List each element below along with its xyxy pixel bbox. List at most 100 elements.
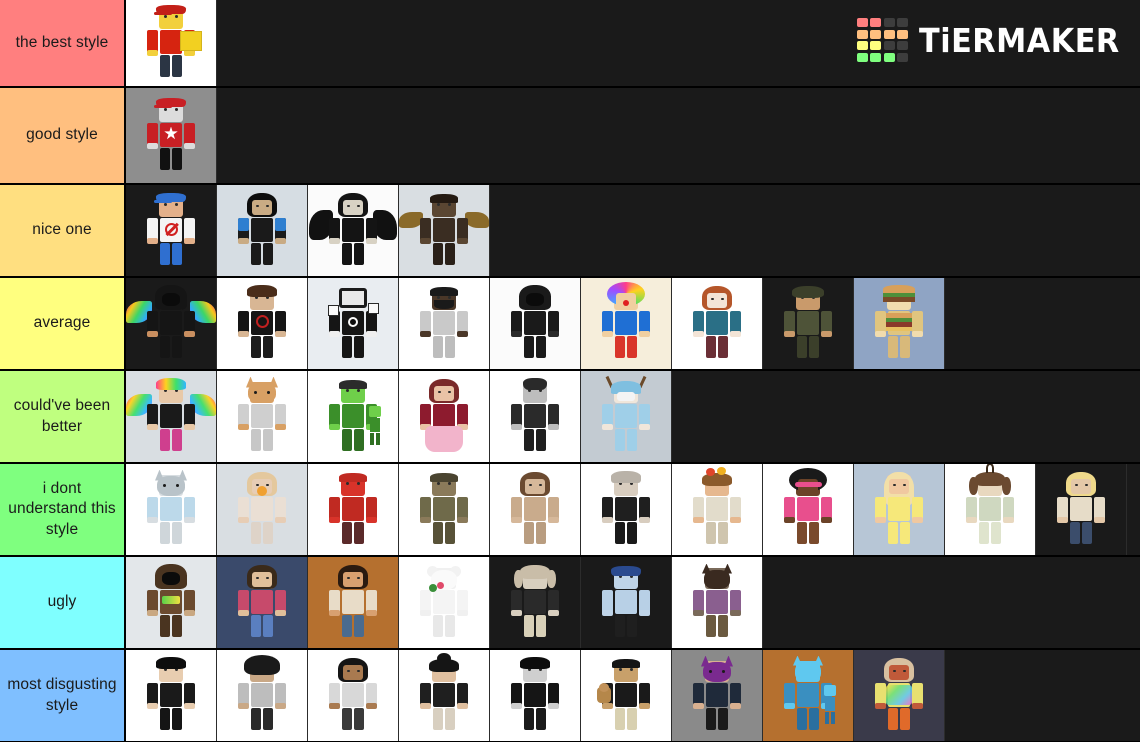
tier-items xyxy=(126,88,1140,183)
cat-head-avatar xyxy=(217,371,307,462)
tier-item[interactable] xyxy=(763,650,854,741)
tier-item[interactable] xyxy=(308,557,399,648)
brown-hair-tan-avatar xyxy=(490,464,580,555)
tier-label-1[interactable]: good style xyxy=(0,88,126,183)
tier-label-6[interactable]: ugly xyxy=(0,557,126,648)
tier-item[interactable] xyxy=(581,278,672,369)
tier-item[interactable] xyxy=(490,464,581,555)
tier-item[interactable] xyxy=(581,464,672,555)
tier-item[interactable] xyxy=(126,371,217,462)
tier-item[interactable] xyxy=(217,650,308,741)
tier-item[interactable] xyxy=(126,557,217,648)
tier-item[interactable] xyxy=(399,185,490,276)
tier-item[interactable] xyxy=(854,464,945,555)
tier-items xyxy=(126,371,1140,462)
red-star-shirt-avatar xyxy=(126,88,216,183)
tier-items xyxy=(126,464,1140,555)
black-gold-winged-avatar xyxy=(308,185,398,276)
ginger-denim-jacket-avatar xyxy=(672,278,762,369)
tier-item[interactable] xyxy=(308,185,399,276)
tier-item[interactable] xyxy=(672,650,763,741)
tier-row: average xyxy=(0,278,1140,371)
tier-item[interactable] xyxy=(399,650,490,741)
tier-item[interactable] xyxy=(308,650,399,741)
tier-item[interactable] xyxy=(126,650,217,741)
tier-list-container: the best style good style nice one average c… xyxy=(0,0,1140,742)
tier-item[interactable] xyxy=(490,371,581,462)
tier-row: ugly xyxy=(0,557,1140,650)
army-soldier-avatar xyxy=(763,278,853,369)
orange-room-girl-avatar xyxy=(308,557,398,648)
blue-cat-hoodie-avatar xyxy=(126,464,216,555)
purple-wolf-avatar xyxy=(672,557,762,648)
dark-bun-hair-avatar xyxy=(399,650,489,741)
tier-item[interactable] xyxy=(763,278,854,369)
tier-item[interactable] xyxy=(399,371,490,462)
tier-rows: the best style good style nice one average c… xyxy=(0,0,1140,742)
tier-label-2[interactable]: nice one xyxy=(0,185,126,276)
tier-item[interactable] xyxy=(399,464,490,555)
rainbow-clown-avatar xyxy=(581,278,671,369)
tier-row: good style xyxy=(0,88,1140,185)
fruit-hat-avatar xyxy=(672,464,762,555)
brown-hoodie-graffiti-avatar xyxy=(126,557,216,648)
black-spiky-hair-avatar xyxy=(126,650,216,741)
grey-beanie-avatar xyxy=(581,464,671,555)
black-hood-avatar xyxy=(490,278,580,369)
tier-label-0[interactable]: the best style xyxy=(0,0,126,86)
pigtails-pastel-avatar xyxy=(945,464,1035,555)
tier-row: the best style xyxy=(0,0,1140,88)
black-hair-tan-girl-avatar xyxy=(308,650,398,741)
tier-item[interactable] xyxy=(581,371,672,462)
bearded-grey-suit-avatar xyxy=(399,278,489,369)
dark-angel-wings-avatar xyxy=(399,185,489,276)
tier-item[interactable] xyxy=(763,464,854,555)
tier-item[interactable] xyxy=(490,278,581,369)
tier-item[interactable] xyxy=(945,464,1036,555)
tier-item[interactable] xyxy=(126,185,217,276)
tier-items xyxy=(126,557,1140,648)
tier-item[interactable] xyxy=(308,371,399,462)
tier-item[interactable] xyxy=(217,464,308,555)
red-cap-yellow-block-avatar xyxy=(126,0,216,86)
tier-label-3[interactable]: average xyxy=(0,278,126,369)
tier-items xyxy=(126,278,1140,369)
tier-item[interactable] xyxy=(217,278,308,369)
tier-item[interactable] xyxy=(854,650,945,741)
neon-punk-avatar xyxy=(126,371,216,462)
tier-item[interactable] xyxy=(217,371,308,462)
tier-item[interactable] xyxy=(399,557,490,648)
tier-item[interactable] xyxy=(672,464,763,555)
purple-hair-cat-ears-avatar xyxy=(672,650,762,741)
tier-item[interactable] xyxy=(672,278,763,369)
tier-item[interactable] xyxy=(217,557,308,648)
tier-label-4[interactable]: could've been better xyxy=(0,371,126,462)
tier-row: i dont understand this style xyxy=(0,464,1140,557)
tier-item[interactable] xyxy=(308,464,399,555)
burger-costume-avatar xyxy=(854,278,944,369)
blue-bandana-avatar xyxy=(581,557,671,648)
blonde-denim-shorts-avatar xyxy=(1036,464,1126,555)
tier-item[interactable] xyxy=(126,464,217,555)
no-sign-tshirt-avatar xyxy=(126,185,216,276)
tier-item[interactable] xyxy=(399,278,490,369)
tier-item[interactable] xyxy=(126,278,217,369)
curly-hair-grey-avatar xyxy=(217,650,307,741)
tier-item[interactable] xyxy=(490,650,581,741)
tier-item[interactable] xyxy=(1036,464,1127,555)
tier-item[interactable] xyxy=(490,557,581,648)
grey-maid-avatar xyxy=(490,557,580,648)
tier-item[interactable] xyxy=(126,88,217,183)
tier-item[interactable] xyxy=(217,185,308,276)
tier-item[interactable] xyxy=(308,278,399,369)
rainbow-emo-girl-avatar xyxy=(854,650,944,741)
tier-item[interactable] xyxy=(581,557,672,648)
tier-item[interactable] xyxy=(126,0,217,86)
tier-item[interactable] xyxy=(672,557,763,648)
tier-label-7[interactable]: most disgusting style xyxy=(0,650,126,741)
tier-label-5[interactable]: i dont understand this style xyxy=(0,464,126,555)
tier-item[interactable] xyxy=(581,650,672,741)
tier-items xyxy=(126,185,1140,276)
tier-item[interactable] xyxy=(854,278,945,369)
all-black-outfit-avatar xyxy=(490,650,580,741)
